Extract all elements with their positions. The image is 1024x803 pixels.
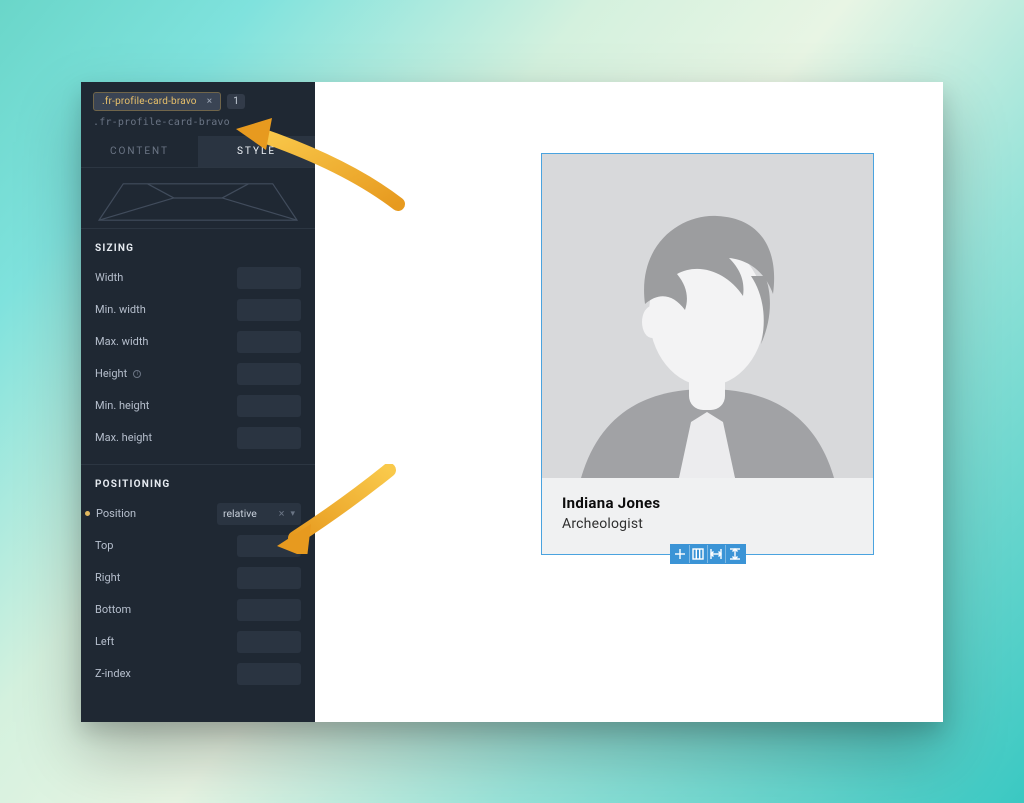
select-position[interactable]: relative × ▾	[217, 503, 301, 525]
responsive-preview[interactable]	[97, 178, 299, 224]
selector-remove-icon[interactable]: ×	[207, 96, 213, 107]
select-position-value: relative	[223, 507, 273, 520]
prop-height: Height i	[95, 360, 301, 388]
preview-canvas[interactable]: Indiana Jones Archeologist	[315, 82, 943, 722]
label-right: Right	[95, 571, 237, 584]
section-title-sizing: SIZING	[95, 243, 301, 254]
input-top[interactable]	[237, 535, 301, 557]
input-bottom[interactable]	[237, 599, 301, 621]
selector-row: .fr-profile-card-bravo × 1	[81, 82, 315, 117]
input-width[interactable]	[237, 267, 301, 289]
app-window: .fr-profile-card-bravo × 1 .fr-profile-c…	[81, 82, 943, 722]
section-positioning: POSITIONING Position relative × ▾ Top Ri…	[81, 464, 315, 700]
label-min-height: Min. height	[95, 399, 237, 412]
input-max-height[interactable]	[237, 427, 301, 449]
label-z-index: Z-index	[95, 667, 237, 680]
prop-max-width: Max. width	[95, 328, 301, 356]
element-toolbar	[670, 544, 746, 564]
profile-role: Archeologist	[562, 516, 853, 532]
label-max-width: Max. width	[95, 335, 237, 348]
section-sizing: SIZING Width Min. width Max. width Heigh…	[81, 228, 315, 464]
toolbar-spacing-h-button[interactable]	[708, 545, 726, 563]
input-min-height[interactable]	[237, 395, 301, 417]
input-right[interactable]	[237, 567, 301, 589]
input-z-index[interactable]	[237, 663, 301, 685]
profile-card-body: Indiana Jones Archeologist	[542, 478, 873, 554]
label-position: Position	[96, 507, 217, 520]
prop-top: Top	[95, 532, 301, 560]
input-height[interactable]	[237, 363, 301, 385]
toolbar-add-button[interactable]	[672, 545, 690, 563]
prop-width: Width	[95, 264, 301, 292]
style-panel: .fr-profile-card-bravo × 1 .fr-profile-c…	[81, 82, 315, 722]
clear-position-icon[interactable]: ×	[279, 507, 285, 520]
selector-chip-text: .fr-profile-card-bravo	[102, 96, 197, 107]
label-height: Height i	[95, 367, 237, 380]
prop-right: Right	[95, 564, 301, 592]
prop-min-width: Min. width	[95, 296, 301, 324]
profile-card[interactable]: Indiana Jones Archeologist	[541, 153, 874, 555]
prop-max-height: Max. height	[95, 424, 301, 452]
selector-breadcrumb[interactable]: .fr-profile-card-bravo	[81, 117, 315, 136]
info-icon[interactable]: i	[133, 370, 141, 378]
prop-left: Left	[95, 628, 301, 656]
input-min-width[interactable]	[237, 299, 301, 321]
toolbar-spacing-v-button[interactable]	[726, 545, 744, 563]
avatar-placeholder	[542, 154, 873, 478]
tab-content[interactable]: CONTENT	[81, 136, 198, 167]
profile-name: Indiana Jones	[562, 494, 853, 512]
section-title-positioning: POSITIONING	[95, 479, 301, 490]
label-left: Left	[95, 635, 237, 648]
tab-style[interactable]: STYLE	[198, 136, 315, 167]
chevron-down-icon[interactable]: ▾	[290, 509, 295, 519]
selector-match-count: 1	[227, 94, 245, 109]
prop-position: Position relative × ▾	[95, 500, 301, 528]
label-bottom: Bottom	[95, 603, 237, 616]
prop-min-height: Min. height	[95, 392, 301, 420]
input-left[interactable]	[237, 631, 301, 653]
label-width: Width	[95, 271, 237, 284]
panel-tabs: CONTENT STYLE	[81, 136, 315, 168]
prop-bottom: Bottom	[95, 596, 301, 624]
input-max-width[interactable]	[237, 331, 301, 353]
label-min-width: Min. width	[95, 303, 237, 316]
label-max-height: Max. height	[95, 431, 237, 444]
toolbar-columns-button[interactable]	[690, 545, 708, 563]
modified-indicator-icon	[85, 511, 90, 516]
selector-chip[interactable]: .fr-profile-card-bravo ×	[93, 92, 221, 111]
prop-z-index: Z-index	[95, 660, 301, 688]
label-top: Top	[95, 539, 237, 552]
